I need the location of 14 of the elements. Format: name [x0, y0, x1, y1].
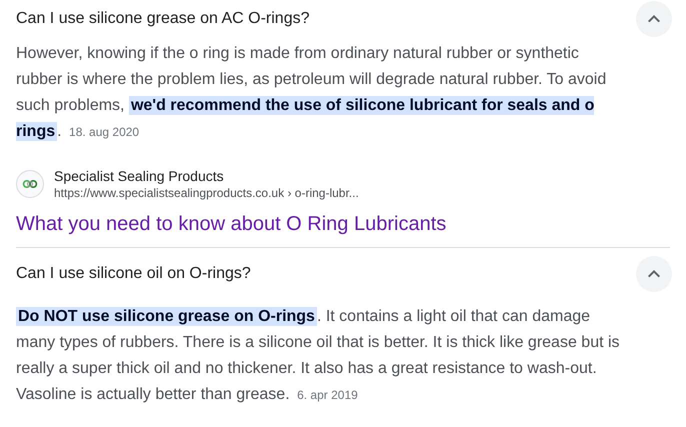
chevron-icon: [648, 270, 660, 278]
site-logo-icon: [16, 170, 44, 198]
site-name: Specialist Sealing Products: [54, 167, 225, 185]
answer-date: 6. apr 2019: [297, 388, 358, 402]
collapse-button[interactable]: [636, 256, 672, 292]
site-url: https://www.specialistsealingproducts.co.uk › o-ring-lubr...: [54, 185, 359, 201]
answer-text: However, knowing if the o ring is made from ordinary natural rubber or synthetic rubber is where the problem lies, as petroleum will degrade natural rubber. To avoid such problems, we'd recommend the use of silicone lubricant for seals and o rings. 18. aug 2020: [16, 44, 608, 143]
result-link[interactable]: What you need to know about O Ring Lubricants: [16, 211, 446, 237]
chevron-icon: [648, 14, 660, 22]
question-text: Can I use silicone grease on AC O-rings?: [16, 10, 310, 28]
collapse-button[interactable]: [636, 0, 672, 36]
answer-text: Do NOT use silicone grease on O-rings. It contains a light oil that can damage many types of rubbers. There is a silicone oil that is better. It is thick like grease but is really a super thick oil and no thickener. It also has a great resistance to wash-out. Vasoline is actually better than grease. 6. apr 2019: [16, 306, 621, 405]
question-text: Can I use silicone oil on O-rings?: [16, 265, 251, 283]
answer-date: 18. aug 2020: [69, 125, 140, 139]
